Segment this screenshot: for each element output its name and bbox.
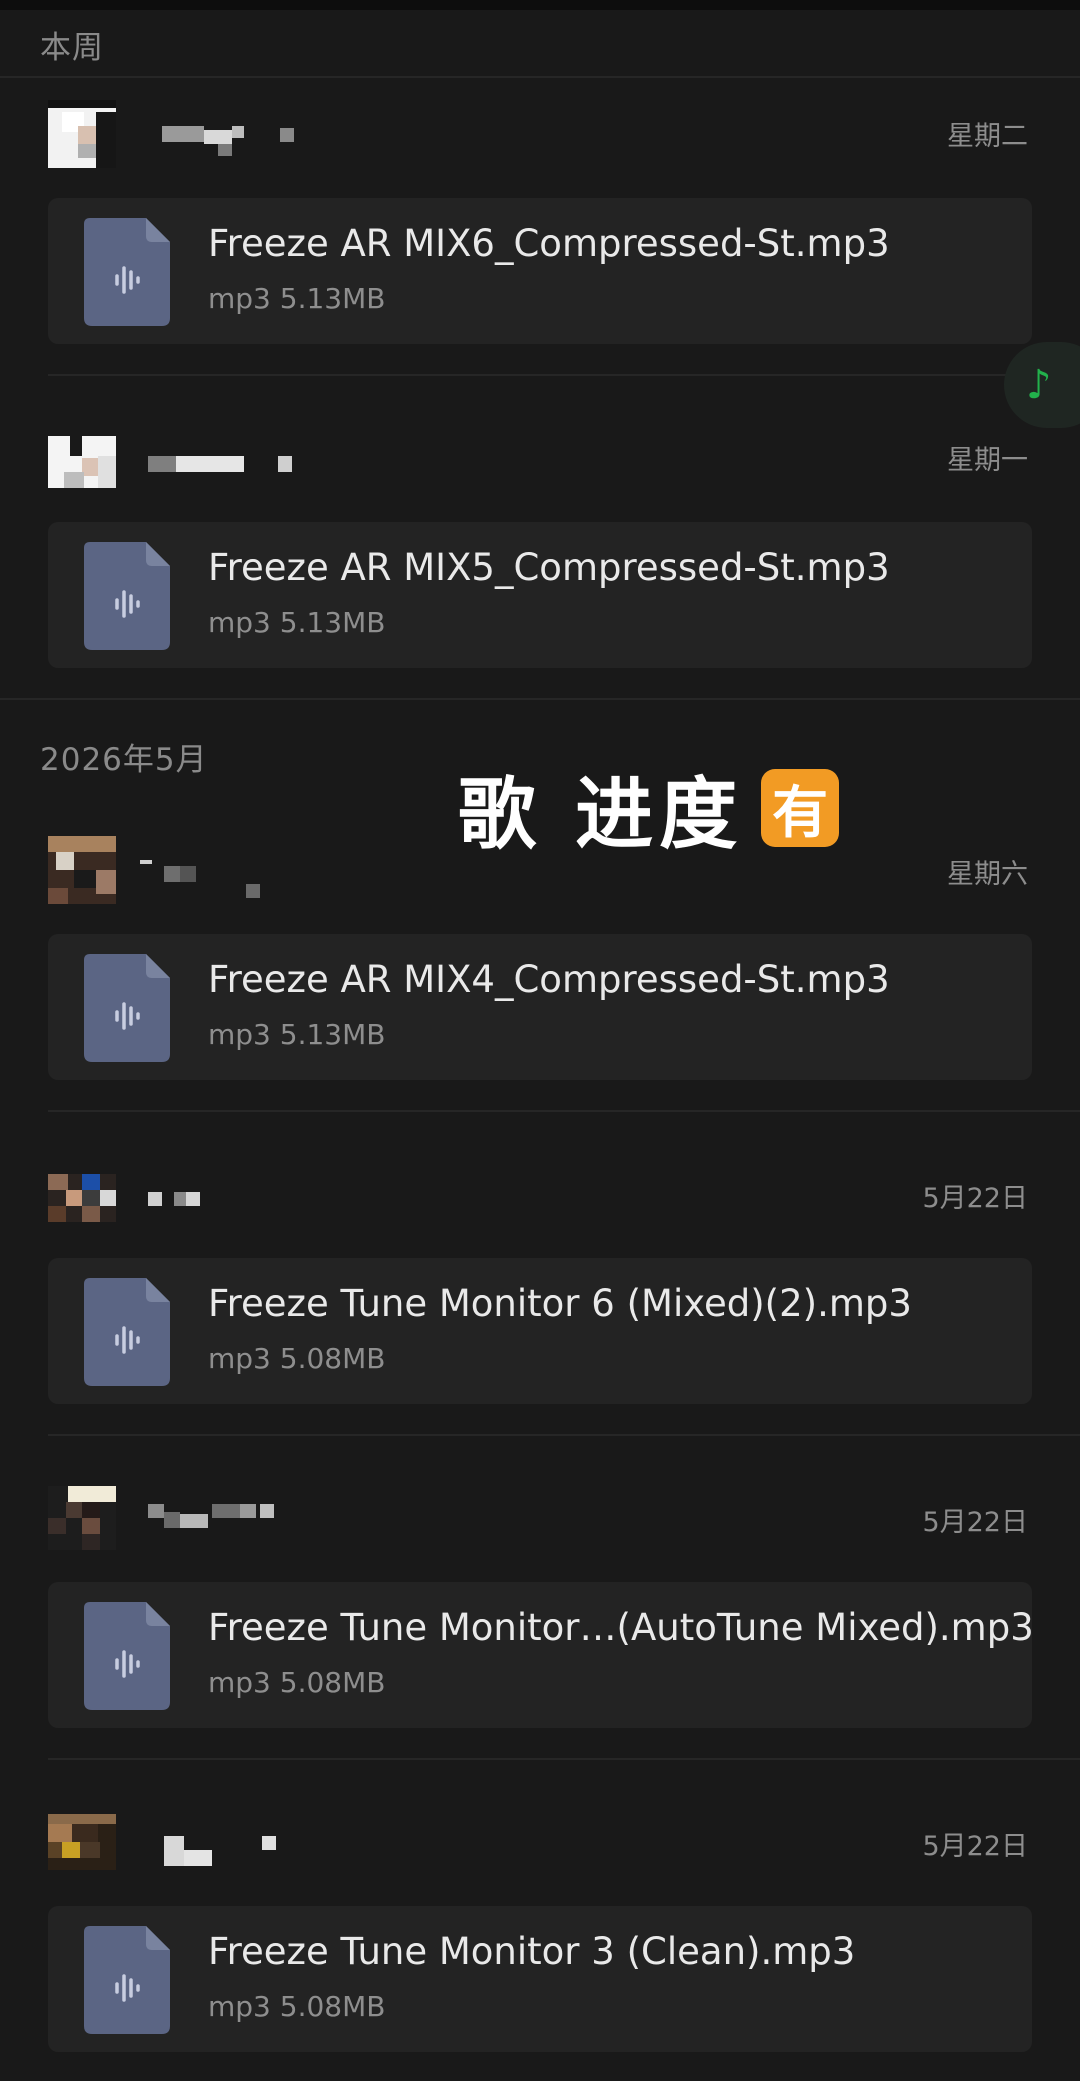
date-label: 5月22日: [922, 1183, 1028, 1214]
status-strip: [0, 0, 1080, 10]
sender-name-redacted: [140, 860, 288, 898]
section-header-may-2026: 2026年5月: [40, 742, 208, 778]
file-name: Freeze AR MIX4_Compressed-St.mp3: [208, 958, 890, 1001]
file-meta: mp3 5.13MB: [208, 282, 386, 315]
file-meta: mp3 5.13MB: [208, 1018, 386, 1051]
file-meta: mp3 5.08MB: [208, 1342, 386, 1375]
audio-file-icon: [84, 954, 170, 1062]
audio-file-icon: [84, 542, 170, 650]
overlay-badge: 有: [761, 769, 840, 847]
audio-file-icon: [84, 1926, 170, 2034]
divider: [48, 1110, 1080, 1112]
music-note-icon: ♪: [1026, 362, 1052, 408]
file-name: Freeze AR MIX6_Compressed-St.mp3: [208, 222, 890, 265]
file-card[interactable]: Freeze AR MIX4_Compressed-St.mp3 mp3 5.1…: [48, 934, 1032, 1080]
overlay-caption: 歌 进度 有: [458, 752, 840, 864]
divider: [48, 1434, 1080, 1436]
date-label: 5月22日: [922, 1507, 1028, 1538]
avatar[interactable]: [48, 1486, 116, 1550]
sender-name-redacted: [148, 456, 298, 476]
file-name: Freeze Tune Monitor 3 (Clean).mp3: [208, 1930, 856, 1973]
divider: [48, 1758, 1080, 1760]
audio-file-icon: [84, 1602, 170, 1710]
file-card[interactable]: Freeze AR MIX5_Compressed-St.mp3 mp3 5.1…: [48, 522, 1032, 668]
music-note-button[interactable]: ♪: [1004, 342, 1080, 428]
section-header-this-week: 本周: [40, 30, 104, 66]
file-meta: mp3 5.08MB: [208, 1990, 386, 2023]
file-card[interactable]: Freeze Tune Monitor 6 (Mixed)(2).mp3 mp3…: [48, 1258, 1032, 1404]
file-name: Freeze Tune Monitor 6 (Mixed)(2).mp3: [208, 1282, 912, 1325]
file-card[interactable]: Freeze AR MIX6_Compressed-St.mp3 mp3 5.1…: [48, 198, 1032, 344]
date-label: 5月22日: [922, 1831, 1028, 1862]
file-card[interactable]: Freeze Tune Monitor 3 (Clean).mp3 mp3 5.…: [48, 1906, 1032, 2052]
file-meta: mp3 5.08MB: [208, 1666, 386, 1699]
audio-file-icon: [84, 218, 170, 326]
avatar[interactable]: [48, 1174, 116, 1222]
audio-file-icon: [84, 1278, 170, 1386]
date-label: 星期二: [947, 121, 1028, 152]
sender-name-redacted: [148, 1192, 228, 1212]
avatar[interactable]: [48, 436, 116, 504]
sender-name-redacted: [148, 1836, 276, 1866]
sender-name-redacted: [148, 126, 298, 156]
date-label: 星期一: [947, 445, 1028, 476]
divider: [0, 76, 1080, 78]
file-meta: mp3 5.13MB: [208, 606, 386, 639]
file-name: Freeze Tune Monitor…(AutoTune Mixed).mp3: [208, 1606, 1034, 1649]
divider: [0, 698, 1080, 700]
file-card[interactable]: Freeze Tune Monitor…(AutoTune Mixed).mp3…: [48, 1582, 1034, 1728]
sender-name-redacted: [148, 1502, 308, 1528]
file-name: Freeze AR MIX5_Compressed-St.mp3: [208, 546, 890, 589]
avatar[interactable]: [48, 1814, 116, 1870]
avatar[interactable]: [48, 836, 116, 904]
date-label: 星期六: [947, 859, 1028, 890]
avatar[interactable]: [48, 100, 116, 168]
overlay-text: 歌 进度: [458, 770, 744, 860]
divider: [48, 374, 1080, 376]
